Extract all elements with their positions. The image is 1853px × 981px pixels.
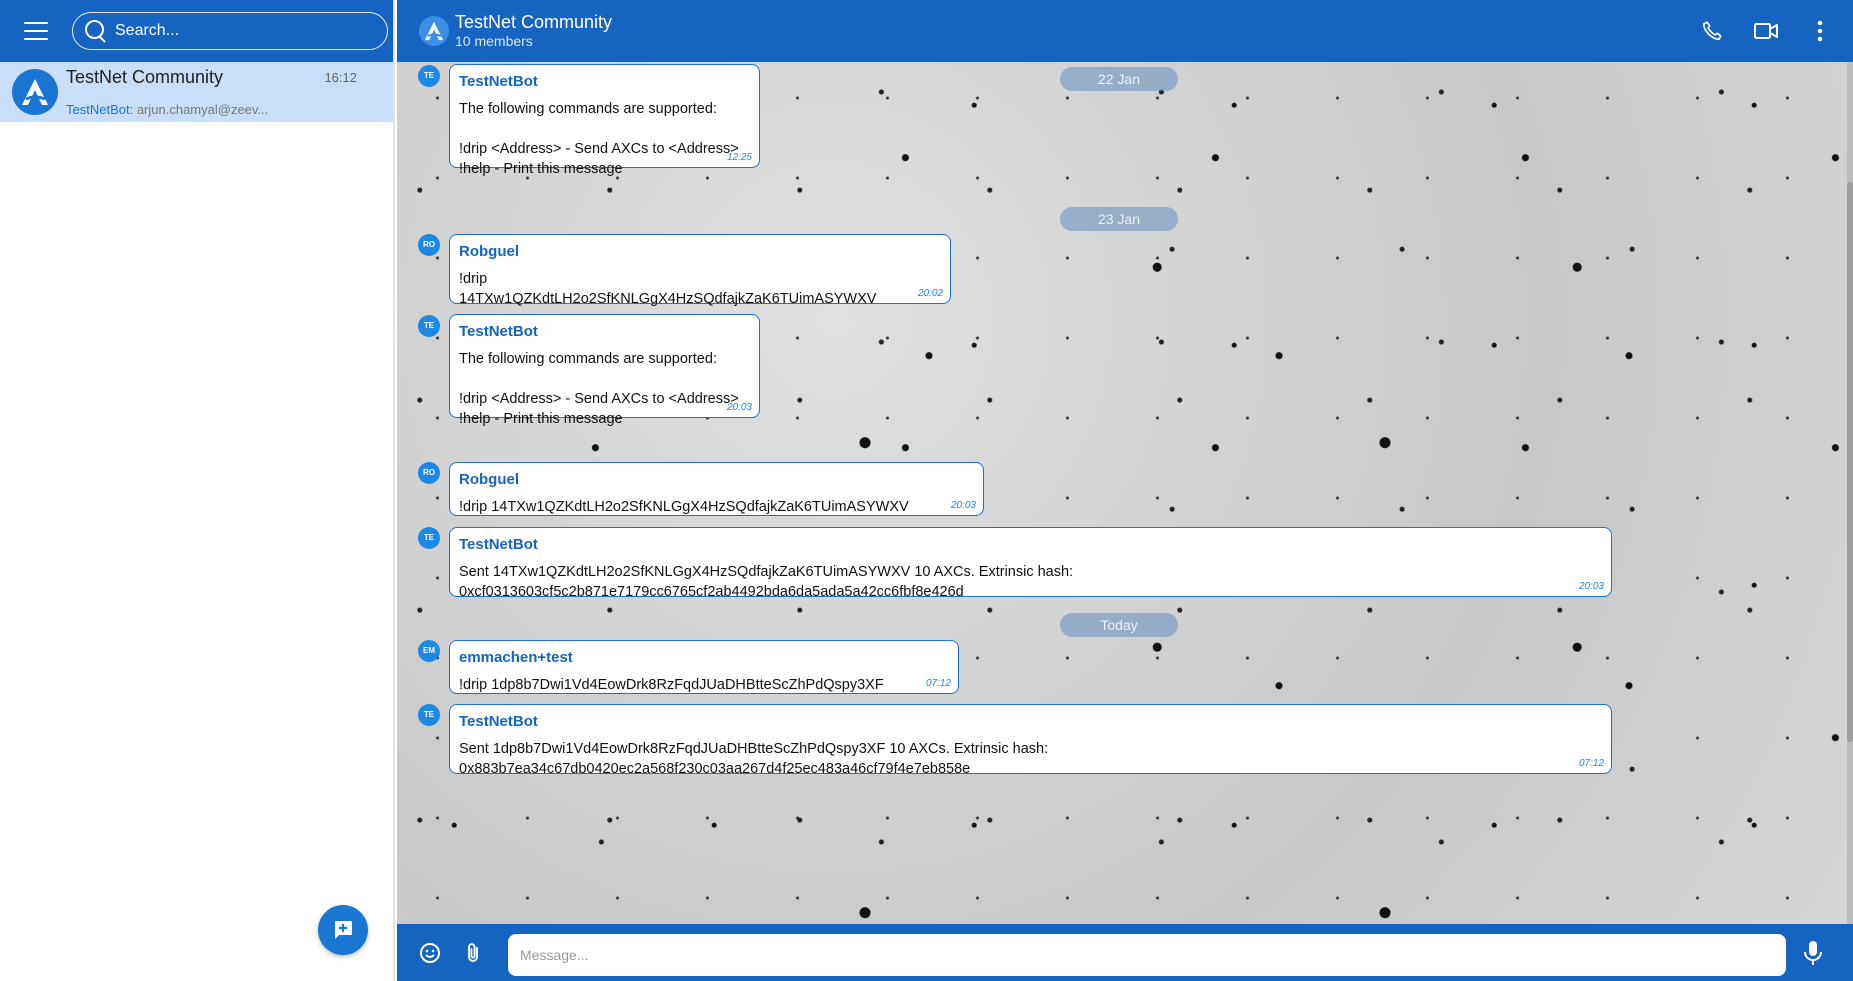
chat-list-item[interactable]: TestNet Community 16:12 TestNetBot: arju… <box>0 62 393 122</box>
message-author[interactable]: Robguel <box>459 471 974 488</box>
video-icon <box>1754 23 1778 39</box>
message-list[interactable]: 22 Jan 23 Jan Today TE TestNetBot The fo… <box>397 62 1853 924</box>
message-bubble[interactable]: Robguel !drip 14TXw1QZKdtLH2o2SfKNLGgX4H… <box>449 462 984 516</box>
logo-icon <box>424 21 444 41</box>
more-options-button[interactable] <box>1807 18 1833 44</box>
message-text: !drip 1dp8b7Dwi1Vd4EowDrk8RzFqdJUaDHBtte… <box>459 677 884 693</box>
microphone-icon <box>1804 941 1822 965</box>
message-time: 20:02 <box>917 288 943 299</box>
message-text: !drip 14TXw1QZKdtLH2o2SfKNLGgX4HzSQdfajk… <box>459 499 909 515</box>
message-author[interactable]: TestNetBot <box>459 536 1602 553</box>
date-separator: Today <box>1060 613 1178 637</box>
message-text: !drip 14TXw1QZKdtLH2o2SfKNLGgX4HzSQdfajk… <box>459 271 877 307</box>
chat-preview-sender: TestNetBot <box>66 102 130 117</box>
avatar[interactable]: EM <box>418 640 440 662</box>
message-bubble[interactable]: emmachen+test !drip 1dp8b7Dwi1Vd4EowDrk8… <box>449 640 959 694</box>
message-time: 07:12 <box>1578 758 1604 769</box>
avatar[interactable]: TE <box>418 315 440 337</box>
chat-preview-text: : arjun.chamyal@zeev... <box>129 102 269 117</box>
chat-title: TestNet Community <box>66 67 224 87</box>
message-input[interactable] <box>508 934 1786 976</box>
phone-icon <box>1702 21 1722 41</box>
message-author[interactable]: emmachen+test <box>459 649 949 666</box>
message-author[interactable]: TestNetBot <box>459 323 750 340</box>
message-time: 20:03 <box>1578 581 1604 592</box>
chat-preview: TestNetBot: arjun.chamyal@zeev... <box>66 102 371 117</box>
new-chat-icon <box>335 921 352 939</box>
menu-icon[interactable] <box>22 19 50 43</box>
header-actions <box>1699 18 1833 44</box>
date-separator: 23 Jan <box>1060 207 1178 231</box>
chat-time: 16:12 <box>324 70 357 85</box>
chat-panel: TestNet Community 10 members 22 Jan 23 J… <box>397 0 1853 981</box>
message-time: 20:03 <box>726 402 752 413</box>
search-input[interactable] <box>115 22 375 40</box>
chat-avatar <box>12 69 58 115</box>
message-bubble[interactable]: TestNetBot The following commands are su… <box>449 314 760 427</box>
date-separator: 22 Jan <box>1060 67 1178 91</box>
chat-texts: TestNet Community 16:12 TestNetBot: arju… <box>66 67 371 117</box>
message-time: 07:12 <box>925 678 951 689</box>
paperclip-icon <box>468 943 478 962</box>
video-call-button[interactable] <box>1753 18 1779 44</box>
avatar[interactable]: RO <box>418 234 440 256</box>
attach-button[interactable] <box>457 937 489 969</box>
chat-header-title: TestNet Community <box>455 12 613 32</box>
message-text: The following commands are supported: !d… <box>459 101 739 177</box>
message-text: The following commands are supported: !d… <box>459 351 739 427</box>
call-button[interactable] <box>1699 18 1725 44</box>
search-icon <box>83 18 109 44</box>
scrollbar[interactable] <box>1847 62 1853 924</box>
new-chat-button[interactable] <box>318 905 368 955</box>
avatar[interactable]: TE <box>418 65 440 87</box>
more-vertical-icon <box>1817 20 1823 42</box>
avatar[interactable]: TE <box>418 704 440 726</box>
search-box[interactable] <box>72 12 388 50</box>
scrollbar-thumb[interactable] <box>1847 182 1853 742</box>
message-bubble[interactable]: Robguel !drip 14TXw1QZKdtLH2o2SfKNLGgX4H… <box>449 234 951 307</box>
avatar[interactable]: TE <box>418 527 440 549</box>
sidebar: TestNet Community 16:12 TestNetBot: arju… <box>0 0 395 981</box>
voice-message-button[interactable] <box>1796 936 1830 970</box>
message-time: 20:03 <box>950 500 976 511</box>
logo-icon <box>22 79 48 105</box>
chat-header-texts[interactable]: TestNet Community 10 members <box>455 12 612 50</box>
message-text: Sent 1dp8b7Dwi1Vd4EowDrk8RzFqdJUaDHBtteS… <box>459 741 1049 777</box>
group-avatar[interactable] <box>419 16 449 46</box>
message-time: 12:25 <box>726 152 752 163</box>
message-author[interactable]: Robguel <box>459 243 941 260</box>
composer <box>397 924 1853 981</box>
message-author[interactable]: TestNetBot <box>459 713 1602 730</box>
avatar[interactable]: RO <box>418 462 440 484</box>
emoji-button[interactable] <box>414 937 446 969</box>
message-author[interactable]: TestNetBot <box>459 73 750 90</box>
sidebar-header <box>0 0 393 62</box>
message-bubble[interactable]: TestNetBot Sent 14TXw1QZKdtLH2o2SfKNLGgX… <box>449 527 1612 600</box>
member-count: 10 members <box>455 33 533 49</box>
message-bubble[interactable]: TestNetBot Sent 1dp8b7Dwi1Vd4EowDrk8RzFq… <box>449 704 1612 777</box>
chat-header: TestNet Community 10 members <box>397 0 1853 62</box>
message-bubble[interactable]: TestNetBot The following commands are su… <box>449 64 760 177</box>
message-text: Sent 14TXw1QZKdtLH2o2SfKNLGgX4HzSQdfajkZ… <box>459 564 1074 600</box>
emoji-icon <box>420 943 440 963</box>
